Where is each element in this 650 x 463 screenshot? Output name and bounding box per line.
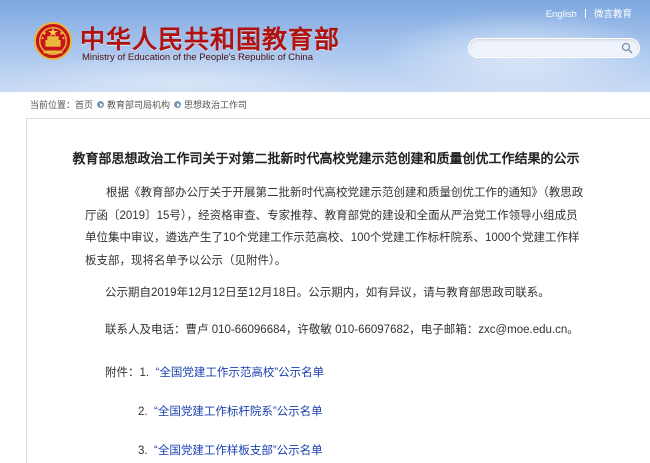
breadcrumb-label: 当前位置：: [30, 100, 76, 110]
attachment-link-2[interactable]: “全国党建工作标杆院系”公示名单: [154, 406, 323, 418]
link-divider: [584, 9, 586, 18]
article-paragraph-1: 根据《教育部办公厅关于开展第二批新时代高校党建示范创建和质量创优工作的通知》（教…: [85, 187, 584, 267]
top-links: English 微言教育: [546, 6, 632, 20]
site-logo-subtitle: Ministry of Education of the People's Re…: [82, 52, 313, 63]
breadcrumb-department[interactable]: 思想政治工作司: [184, 100, 247, 110]
national-emblem-icon: [34, 22, 72, 60]
attachment-number: 2.: [138, 406, 148, 418]
attachments-label: 附件：: [105, 367, 140, 379]
attachment-row-2: 2. “全国党建工作标杆院系”公示名单: [138, 403, 323, 419]
weiyan-link[interactable]: 微言教育: [594, 9, 632, 20]
site-logo-title[interactable]: 中华人民共和国教育部: [80, 20, 340, 56]
search-icon[interactable]: [621, 42, 633, 54]
article-paragraph-2: 公示期自2019年12月12日至12月18日。公示期内，如有异议，请与教育部思政…: [105, 287, 550, 299]
attachment-row-1: 附件：1. “全国党建工作示范高校”公示名单: [105, 364, 324, 380]
breadcrumb: 当前位置：首页 教育部司局机构 思想政治工作司: [30, 98, 247, 111]
site-header: 中华人民共和国教育部 Ministry of Education of the …: [0, 0, 650, 92]
attachment-link-3[interactable]: “全国党建工作样板支部”公示名单: [154, 445, 323, 457]
breadcrumb-arrow-icon: [174, 101, 182, 108]
attachment-number: 3.: [138, 445, 148, 457]
attachment-number: 1.: [139, 367, 150, 379]
breadcrumb-home[interactable]: 首页: [75, 100, 93, 110]
breadcrumb-bureaus[interactable]: 教育部司局机构: [107, 100, 170, 110]
article-paragraph-3: 联系人及电话：曹卢 010-66096684，许敬敏 010-66097682，…: [105, 324, 579, 336]
search-input[interactable]: [477, 41, 621, 57]
article-title: 教育部思想政治工作司关于对第二批新时代高校党建示范创建和质量创优工作结果的公示: [72, 151, 580, 166]
attachment-link-1[interactable]: “全国党建工作示范高校”公示名单: [155, 367, 324, 379]
english-link[interactable]: English: [546, 9, 577, 20]
attachment-row-3: 3. “全国党建工作样板支部”公示名单: [138, 442, 323, 458]
search-box[interactable]: [468, 38, 640, 58]
breadcrumb-arrow-icon: [97, 101, 105, 108]
